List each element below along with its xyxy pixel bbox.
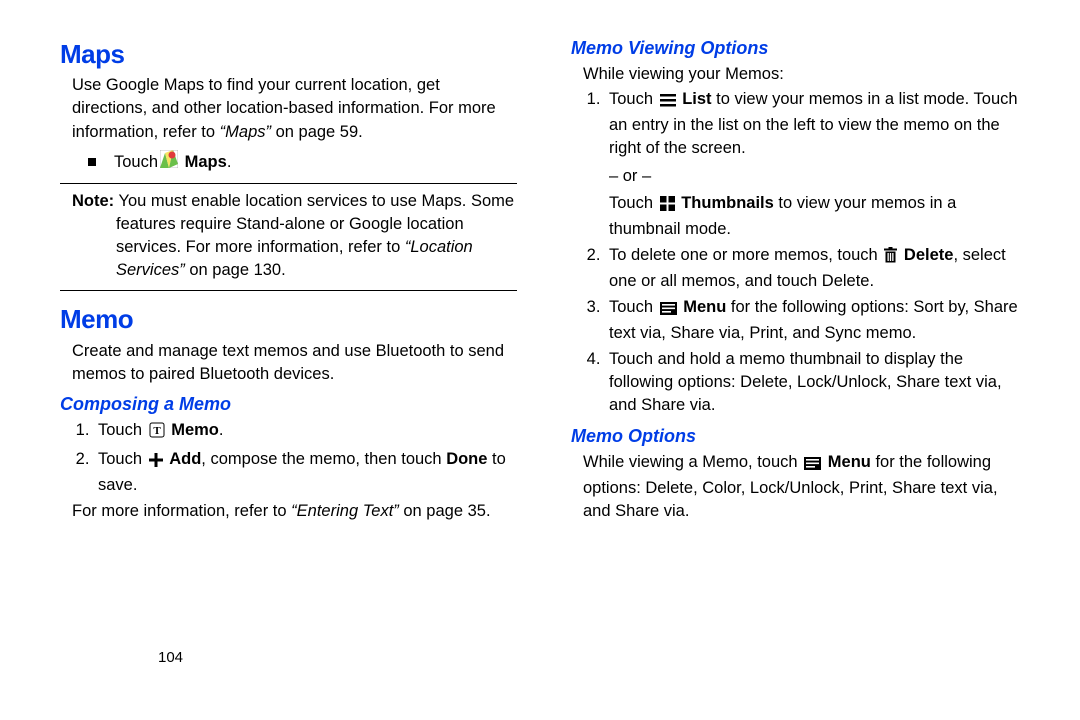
step-1: Touch List to view your memos in a list … [605,88,1028,241]
step-3: Touch Menu for the following options: So… [605,296,1028,345]
step-2: To delete one or more memos, touch Delet… [605,244,1028,293]
viewing-steps: Touch List to view your memos in a list … [583,88,1028,417]
svg-text:T: T [153,425,161,437]
viewing-intro: While viewing your Memos: [583,63,1028,86]
maps-description: Use Google Maps to find your current loc… [72,74,517,143]
memo-description: Create and manage text memos and use Blu… [72,340,517,386]
add-label: Add [169,450,201,468]
composing-steps: Touch T Memo. Touch Add, compose the mem… [72,419,517,497]
step-1: Touch T Memo. [94,419,517,445]
menu-label: Menu [683,298,726,316]
note-label: Note: [72,192,114,210]
delete-icon [884,247,897,270]
divider [60,183,517,184]
add-icon [149,451,163,474]
text: Touch [609,298,658,316]
menu-icon [804,454,821,477]
text: To delete one or more memos, touch [609,246,882,264]
heading-memo-viewing: Memo Viewing Options [571,36,1028,61]
memo-label: Memo [171,421,219,439]
thumbnails-icon [660,195,675,218]
menu-icon [660,299,677,322]
maps-app-icon [160,150,178,175]
heading-composing: Composing a Memo [60,392,517,417]
heading-memo: Memo [60,301,517,337]
text: . [227,151,232,174]
step-4: Touch and hold a memo thumbnail to displ… [605,348,1028,417]
text: . [219,421,224,439]
divider [60,290,517,291]
heading-maps: Maps [60,36,517,72]
step-2: Touch Add, compose the memo, then touch … [94,448,517,497]
text: Touch [114,151,158,174]
bullet-square-icon [88,158,96,166]
text: For more information, refer to [72,502,291,520]
or-divider: – or – [609,165,1028,188]
text: Touch [609,90,658,108]
heading-memo-options: Memo Options [571,424,1028,449]
text: Touch [98,421,147,439]
maps-touch-bullet: Touch Maps. [88,150,517,175]
thumbnails-label: Thumbnails [681,194,774,212]
text: on page 35. [399,502,491,520]
note-body-start: You must enable location services to use… [118,192,514,210]
text: on page 59. [271,123,363,141]
menu-label: Menu [828,453,871,471]
text: Touch [98,450,147,468]
delete-label: Delete [904,246,954,264]
memo-options-text: While viewing a Memo, touch Menu for the… [583,451,1028,523]
done-label: Done [446,450,487,468]
text: on page 130. [185,261,286,279]
memo-app-icon: T [149,422,165,445]
page-number: 104 [158,647,183,668]
ref-maps: “Maps” [220,123,271,141]
text: Touch [609,194,658,212]
composing-more-info: For more information, refer to “Entering… [72,500,517,523]
text: While viewing a Memo, touch [583,453,802,471]
maps-note: Note: You must enable location services … [72,190,517,282]
ref-entering-text: “Entering Text” [291,502,399,520]
list-label: List [682,90,711,108]
text: , compose the memo, then touch [201,450,446,468]
maps-label: Maps [185,151,227,174]
list-icon [660,91,676,114]
